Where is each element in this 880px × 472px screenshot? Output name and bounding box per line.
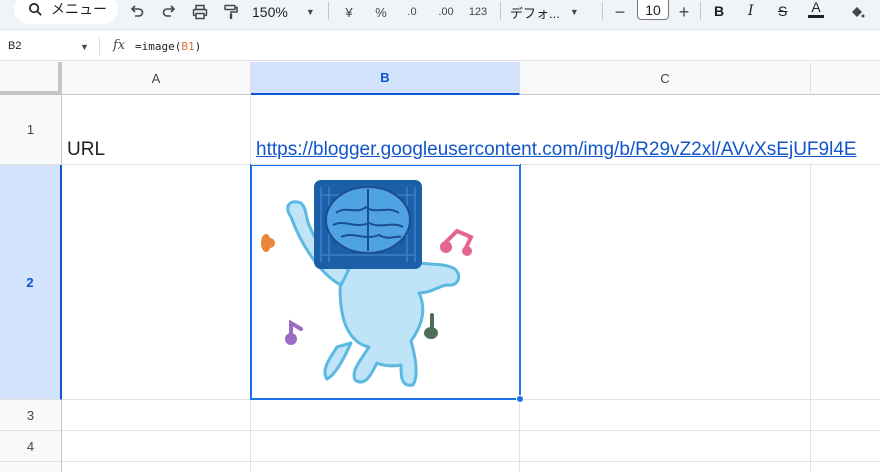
chevron-down-icon: ▼	[305, 7, 315, 17]
cell-a1[interactable]: URL	[62, 95, 251, 165]
number-format-button[interactable]: 123	[466, 0, 490, 24]
toolbar-divider	[700, 2, 701, 20]
text-color-button[interactable]: A	[808, 0, 824, 22]
redo-button[interactable]	[160, 0, 178, 24]
paint-bucket-icon	[852, 7, 865, 18]
column-header-b[interactable]: B	[251, 62, 520, 95]
row-label: 4	[26, 438, 35, 454]
cell-b1[interactable]: https://blogger.googleusercontent.com/im…	[251, 95, 857, 165]
cell-a5[interactable]	[62, 462, 251, 472]
select-all-corner[interactable]	[0, 62, 62, 95]
column-label: A	[151, 70, 161, 86]
cell-c3[interactable]	[520, 400, 811, 431]
font-size-value: 10	[645, 2, 661, 18]
font-size-increase-button[interactable]: +	[676, 0, 692, 24]
formula-divider	[99, 37, 100, 55]
formula-prefix: =image(	[135, 40, 182, 53]
formula-ref: B1	[181, 40, 195, 53]
cell-a2[interactable]	[62, 165, 251, 400]
toolbar-divider	[328, 2, 329, 20]
minus-label: −	[614, 1, 626, 22]
row-header-3[interactable]: 3	[0, 400, 62, 431]
percent-label: %	[375, 4, 387, 20]
chevron-down-icon[interactable]: ▼	[80, 42, 89, 52]
undo-icon	[130, 5, 144, 17]
row-header-1[interactable]: 1	[0, 95, 62, 165]
toolbar-divider	[602, 2, 603, 20]
cell-b5[interactable]	[251, 462, 520, 472]
cell-a1-text: URL	[67, 139, 106, 160]
column-header-d[interactable]	[811, 62, 880, 95]
paint-format-button[interactable]	[222, 0, 240, 24]
zoom-value: 150%	[252, 4, 288, 20]
fill-handle[interactable]	[516, 395, 524, 403]
menu-search[interactable]: メニュー	[14, 0, 118, 24]
fill-color-button[interactable]	[846, 0, 868, 24]
formula-bar: B2 ▼ fx =image(B1)	[0, 31, 880, 61]
row-header-2[interactable]: 2	[0, 165, 62, 400]
zoom-select[interactable]: 150% ▼	[252, 0, 315, 24]
cell-d2[interactable]	[811, 165, 880, 400]
fx-icon: fx	[113, 38, 126, 53]
print-button[interactable]	[190, 0, 210, 24]
increase-decimal-label: .00	[438, 6, 454, 18]
currency-label: ¥	[345, 4, 353, 20]
cell-b3[interactable]	[251, 400, 520, 431]
text-color-label: A	[811, 0, 821, 15]
search-icon	[29, 2, 42, 16]
percent-button[interactable]: %	[372, 0, 390, 24]
bold-label: B	[714, 3, 725, 19]
paint-roller-icon	[224, 4, 238, 19]
font-select[interactable]: デフォ... ▼	[510, 0, 579, 24]
bold-button[interactable]: B	[714, 0, 724, 22]
url-link[interactable]: https://blogger.googleusercontent.com/im…	[256, 139, 857, 161]
increase-decimal-button[interactable]: .00	[432, 0, 460, 24]
spreadsheet-grid: A B C 1 2 3 4 URL https://blogger.google…	[0, 62, 880, 472]
cell-d3[interactable]	[811, 400, 880, 431]
italic-button[interactable]: I	[748, 0, 754, 22]
currency-button[interactable]: ¥	[340, 0, 358, 24]
number-format-label: 123	[468, 6, 488, 18]
cell-d4[interactable]	[811, 431, 880, 462]
column-header-a[interactable]: A	[62, 62, 251, 95]
toolbar: メニュー 150% ▼ ¥ % .0 .00 123 デフォ... ▼ − 10…	[0, 0, 880, 30]
chevron-down-icon: ▼	[569, 7, 579, 17]
print-icon	[192, 4, 208, 20]
formula-suffix: )	[194, 40, 202, 53]
cell-c2[interactable]	[520, 165, 811, 400]
row-label: 3	[26, 407, 35, 423]
cell-b4[interactable]	[251, 431, 520, 462]
text-color-bar	[808, 15, 824, 18]
decrease-decimal-button[interactable]: .0	[400, 0, 424, 24]
undo-button[interactable]	[128, 0, 146, 24]
italic-label: I	[748, 3, 754, 19]
column-label: C	[660, 70, 670, 86]
menu-search-label: メニュー	[51, 1, 107, 17]
toolbar-divider	[500, 2, 501, 20]
column-label: B	[380, 70, 390, 85]
formula-input[interactable]: =image(B1)	[135, 40, 201, 53]
font-value: デフォ...	[510, 5, 560, 21]
cell-a4[interactable]	[62, 431, 251, 462]
row-header-4[interactable]: 4	[0, 431, 62, 462]
row-header-5[interactable]	[0, 462, 62, 472]
cell-d5[interactable]	[811, 462, 880, 472]
font-size-input[interactable]: 10	[637, 0, 669, 20]
name-box[interactable]: B2	[8, 40, 21, 52]
selection-outline	[250, 164, 521, 400]
column-header-c[interactable]: C	[520, 62, 811, 95]
strike-label: S	[778, 3, 788, 19]
plus-label: +	[678, 1, 690, 22]
row-label: 1	[26, 122, 35, 137]
strikethrough-button[interactable]: S	[778, 0, 787, 22]
font-size-decrease-button[interactable]: −	[612, 0, 628, 24]
decrease-decimal-label: .0	[407, 6, 417, 18]
row-label: 2	[26, 274, 34, 290]
cell-c5[interactable]	[520, 462, 811, 472]
cell-a3[interactable]	[62, 400, 251, 431]
cell-c4[interactable]	[520, 431, 811, 462]
redo-icon	[162, 5, 176, 17]
